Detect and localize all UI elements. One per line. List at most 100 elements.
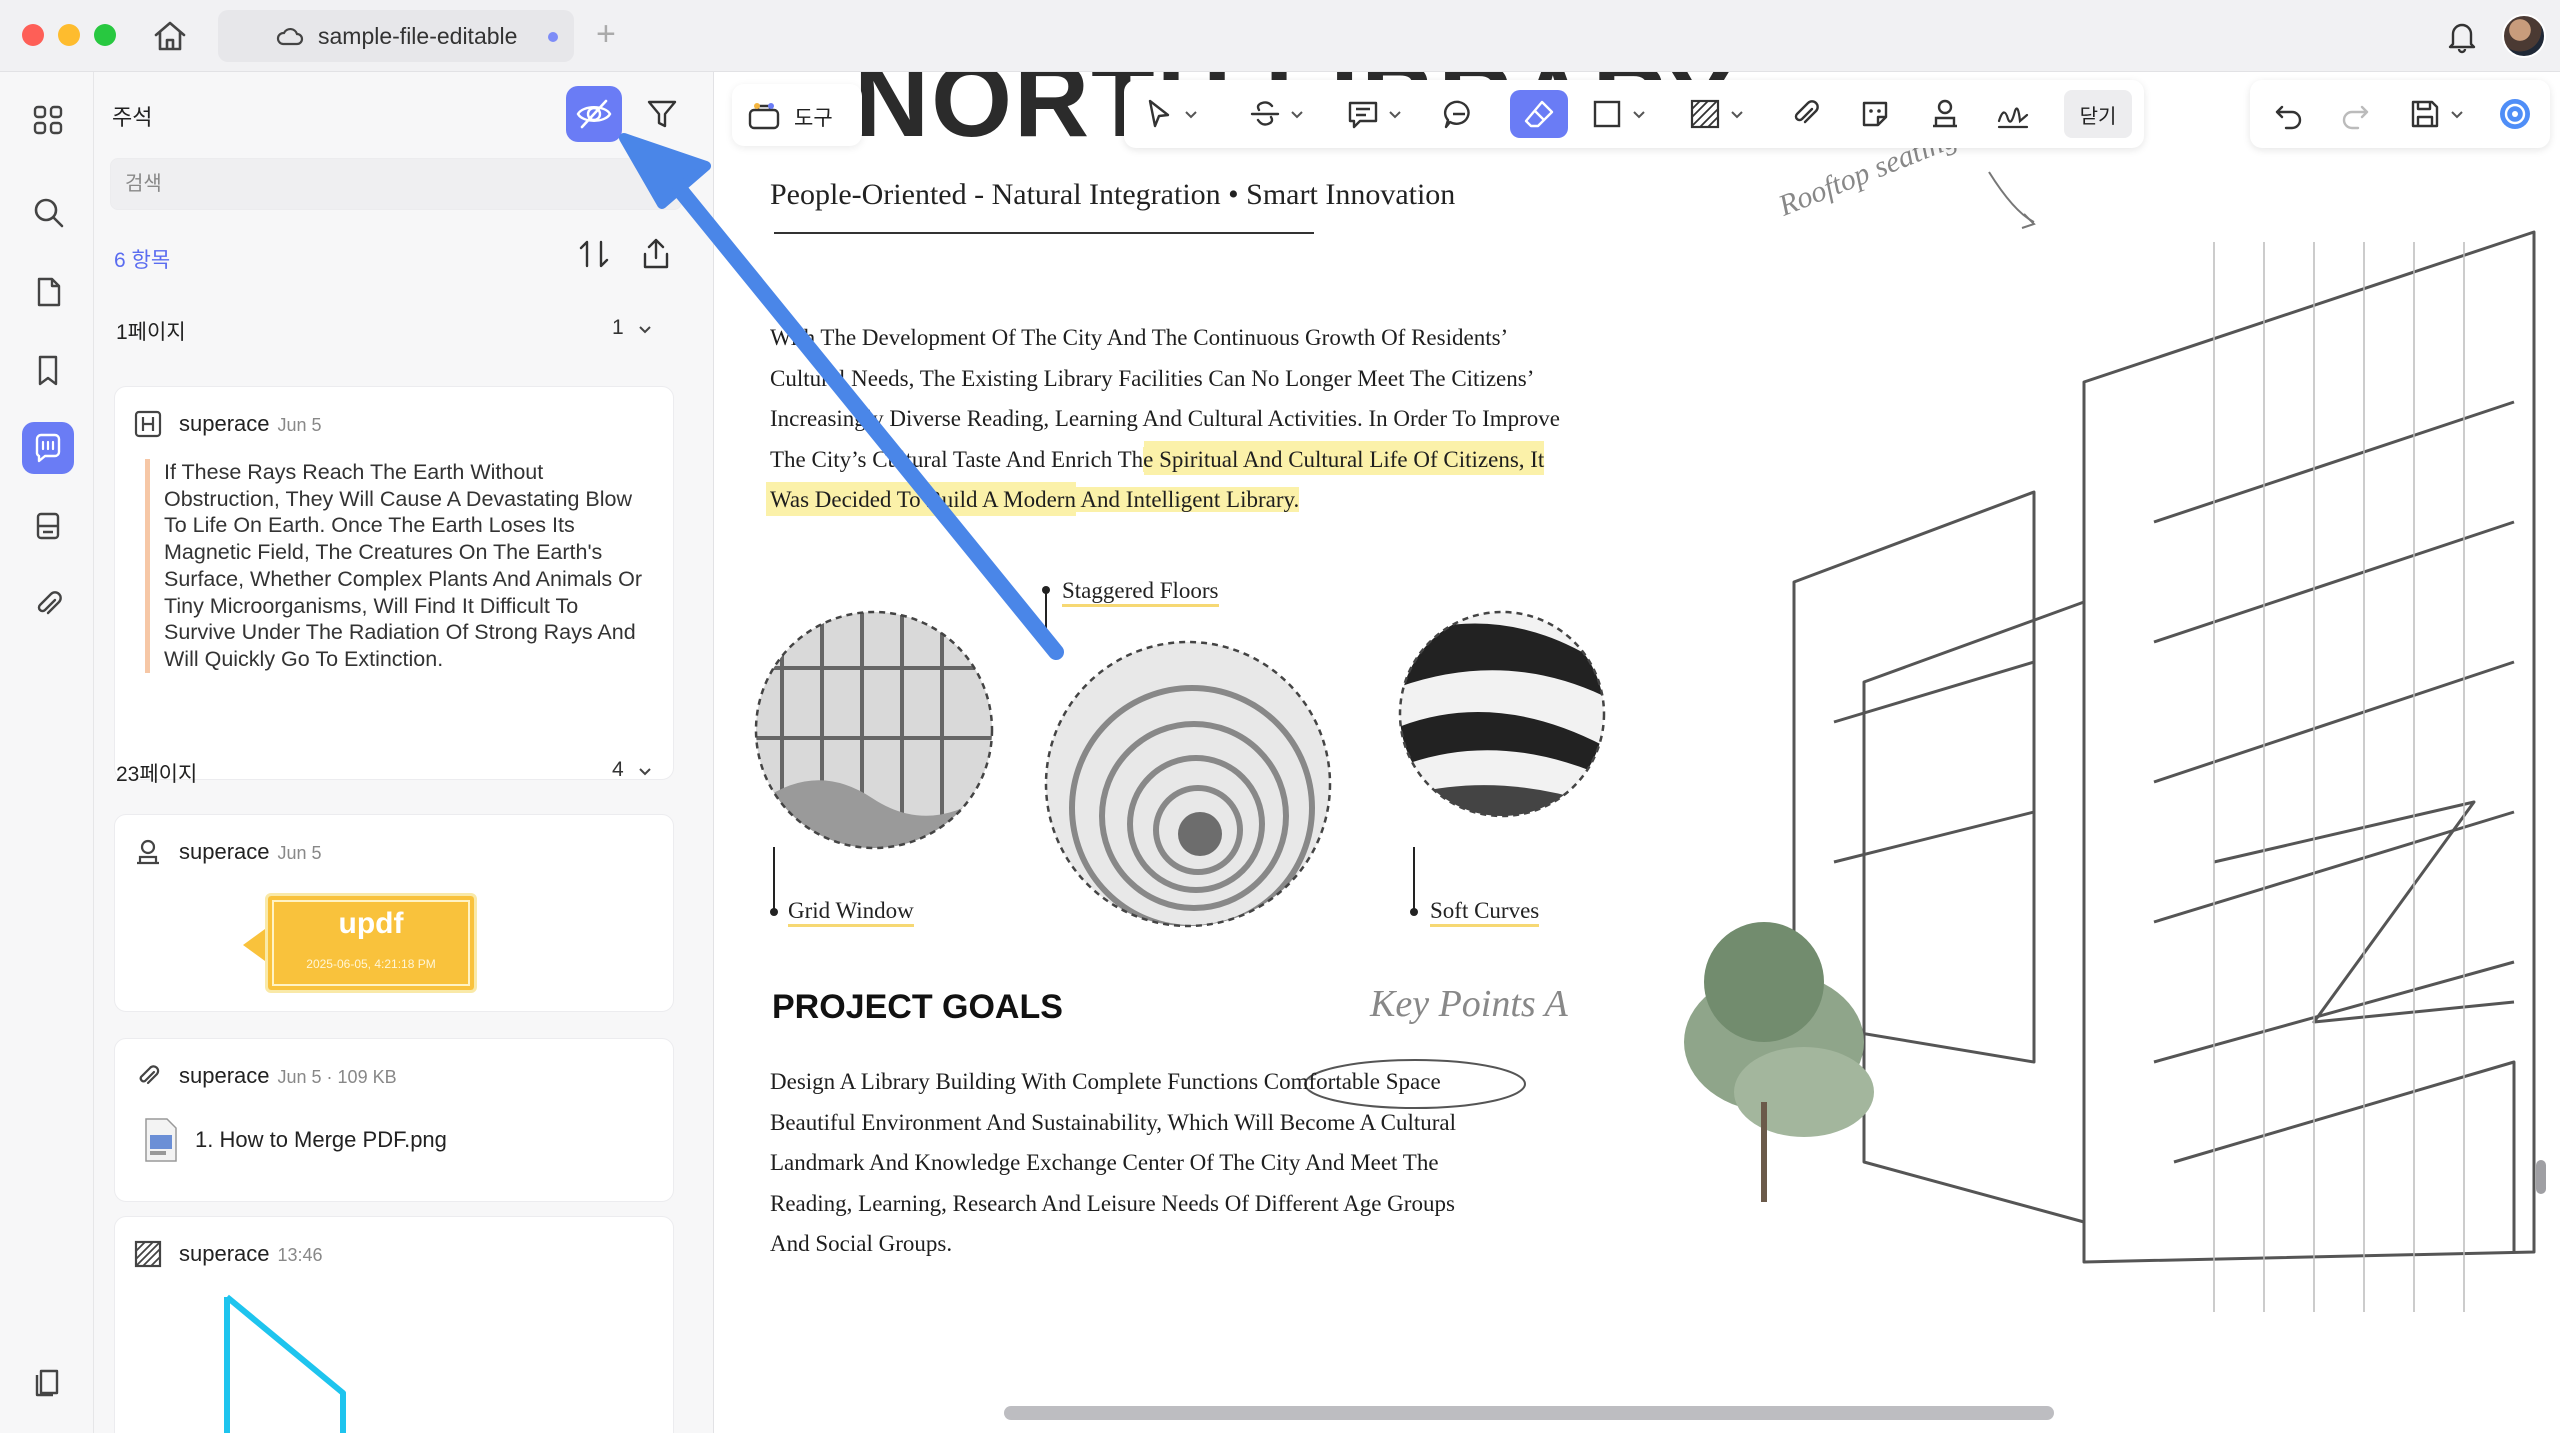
sticker-icon — [1862, 101, 1888, 127]
hatched-area-icon — [1690, 99, 1720, 129]
close-window-button[interactable] — [22, 24, 44, 46]
comments-icon[interactable] — [22, 422, 74, 474]
comment-card-shape[interactable]: superace 13:46 — [114, 1216, 674, 1433]
text-comment-tool[interactable] — [1442, 90, 1476, 138]
card-date: 13:46 — [277, 1245, 323, 1265]
save-button[interactable] — [2408, 90, 2464, 138]
rectangle-icon — [1593, 100, 1621, 128]
attachment-file-name: 1. How to Merge PDF.png — [195, 1127, 447, 1152]
chevron-down-icon — [1389, 111, 1401, 119]
home-icon[interactable] — [150, 16, 190, 56]
chevron-down-icon — [1731, 111, 1743, 119]
comment-card-highlight[interactable]: superace Jun 5 If These Rays Reach The Ea… — [114, 386, 674, 780]
paperclip-icon — [139, 1065, 160, 1085]
document-tab[interactable]: sample-file-editable — [218, 10, 574, 62]
sort-icon[interactable] — [572, 232, 616, 276]
tools-label: 도구 — [794, 107, 833, 130]
key-points-note[interactable]: Key Points A — [1370, 982, 1568, 1026]
close-annotation-button[interactable]: 닫기 — [2064, 90, 2132, 138]
attach-tool[interactable] — [1788, 90, 1822, 138]
building-illustration — [1684, 171, 2536, 1312]
png-file-icon — [145, 1118, 177, 1162]
chevron-down-icon[interactable] — [636, 320, 654, 338]
card-date: Jun 5 — [277, 843, 322, 863]
bell-icon[interactable] — [2444, 18, 2480, 54]
card-date: Jun 5 · 109 KB — [277, 1067, 397, 1087]
chevron-down-icon — [2451, 111, 2463, 119]
group-header-page-23[interactable]: 23페이지 — [116, 758, 197, 788]
highlight-icon — [134, 410, 162, 438]
minimize-window-button[interactable] — [58, 24, 80, 46]
redo-button[interactable] — [2338, 90, 2372, 138]
rectangle-tool[interactable] — [1590, 90, 1646, 138]
export-icon[interactable] — [634, 232, 678, 276]
comment-tool[interactable] — [1346, 90, 1402, 138]
stamp-icon — [1933, 99, 1957, 128]
chevron-down-icon — [1291, 111, 1303, 119]
horizontal-scrollbar[interactable] — [1004, 1406, 2054, 1420]
unsaved-indicator — [548, 32, 558, 42]
project-goals-paragraph: Design A Library Building With Complete … — [770, 1069, 1457, 1256]
user-avatar[interactable] — [2502, 14, 2546, 58]
signature-tool[interactable] — [1996, 90, 2030, 138]
project-goals-heading: PROJECT GOALS — [772, 988, 1063, 1026]
new-tab-button[interactable]: + — [596, 14, 616, 54]
label-grid-window: Grid Window — [788, 898, 914, 927]
strikethrough-tool[interactable] — [1248, 90, 1304, 138]
tools-button[interactable]: 도구 — [732, 84, 862, 146]
chevron-down-icon — [1185, 111, 1197, 119]
stamp-tool[interactable] — [1928, 90, 1962, 138]
hide-comments-button[interactable] — [566, 86, 622, 142]
strikethrough-icon — [1250, 101, 1280, 126]
group-count-page-23: 4 — [612, 758, 624, 781]
bookmark-icon[interactable] — [22, 344, 74, 396]
comments-panel: 주석 6 항목 1페이지 1 superaceJun 5 If These Ra… — [94, 72, 796, 1433]
stamp-text: updf — [338, 907, 404, 940]
vertical-scrollbar[interactable] — [2536, 1160, 2546, 1194]
sticker-tool[interactable] — [1858, 90, 1892, 138]
ai-assistant-button[interactable] — [2498, 90, 2532, 138]
comment-card-attachment[interactable]: superace Jun 5 · 109 KB 1. How to Merge P… — [114, 1038, 674, 1202]
panel-title: 주석 — [112, 105, 153, 130]
search-input[interactable] — [110, 158, 682, 210]
group-header-page-1[interactable]: 1페이지 — [116, 316, 186, 346]
area-highlight-tool[interactable] — [1688, 90, 1744, 138]
save-icon — [2411, 100, 2439, 128]
pages-icon[interactable] — [22, 266, 74, 318]
attachment-icon[interactable] — [22, 578, 74, 630]
card-author: superace Jun 5 · 109 KB — [179, 1063, 397, 1088]
annotation-toolbar: 닫기 — [1124, 80, 2144, 148]
undo-button[interactable] — [2272, 90, 2306, 138]
speech-bubble-icon — [1443, 100, 1470, 129]
paperclip-icon — [1794, 100, 1819, 124]
eraser-tool[interactable] — [1510, 90, 1568, 138]
stamp-icon — [137, 839, 159, 865]
document-viewport: NORTH LIBRARY People-Oriented - Natural … — [714, 72, 2560, 1433]
zoom-window-button[interactable] — [94, 24, 116, 46]
ai-assistant-icon — [2500, 99, 2530, 129]
thumbnails-icon[interactable] — [22, 94, 74, 146]
group-count-page-1: 1 — [612, 316, 624, 339]
comment-card-stamp[interactable]: superace Jun 5 updf 2025-06-05, 4:21:18 P… — [114, 814, 674, 1012]
signature-icon — [1997, 107, 2029, 129]
undo-icon — [2275, 105, 2302, 130]
search-icon[interactable] — [22, 186, 74, 238]
eye-off-icon — [576, 99, 612, 129]
shape-icon — [134, 1240, 162, 1268]
comment-count: 6 항목 — [114, 249, 171, 272]
label-soft-curves: Soft Curves — [1430, 898, 1540, 927]
card-date: Jun 5 — [277, 415, 322, 435]
stamp-preview: updf 2025-06-05, 4:21:18 PM — [243, 893, 477, 993]
layers-icon[interactable] — [22, 1356, 74, 1408]
eraser-icon — [1524, 100, 1554, 128]
stack-icon[interactable] — [22, 500, 74, 552]
select-tool[interactable] — [1142, 90, 1198, 138]
left-rail — [0, 72, 94, 1433]
highlighted-quote: If These Rays Reach The Earth Without Ob… — [145, 459, 655, 673]
sticky-note-icon — [1348, 101, 1378, 129]
attached-file[interactable]: 1. How to Merge PDF.png — [143, 1117, 447, 1163]
chevron-down-icon[interactable] — [636, 762, 654, 780]
label-staggered-floors: Staggered Floors — [1062, 578, 1219, 607]
redo-icon — [2342, 105, 2369, 130]
filter-icon[interactable] — [638, 90, 686, 138]
